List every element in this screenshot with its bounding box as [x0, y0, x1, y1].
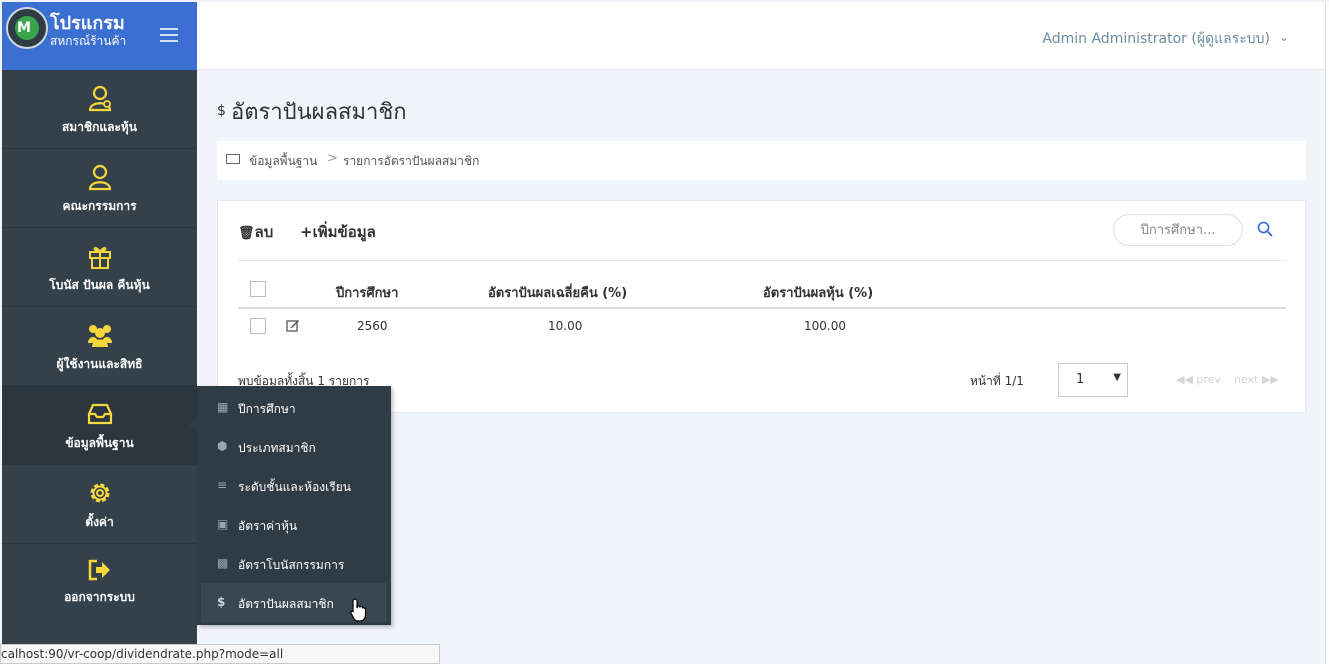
gift-icon — [88, 246, 111, 269]
cell-year: 2560 — [357, 319, 388, 333]
sidebar-item-logout[interactable]: ออกจากระบบ — [2, 544, 197, 623]
calendar-icon: ▦ — [217, 400, 229, 414]
submenu-item-share-rate[interactable]: ▣ อัตราค่าหุ้น — [197, 505, 391, 544]
envelope-icon — [226, 154, 240, 164]
breadcrumb-separator: > — [327, 151, 338, 166]
plus-icon: + — [300, 223, 313, 241]
submenu-item-class-levels[interactable]: ≡ ระดับชั้นและห้องเรียน — [197, 466, 391, 505]
sidebar-item-label: ออกจากระบบ — [64, 590, 135, 604]
cell-share: 100.00 — [804, 319, 846, 333]
logo[interactable]: M — [6, 7, 48, 49]
breadcrumb-current: รายการอัตราปันผลสมาชิก — [343, 154, 480, 168]
user-menu[interactable]: Admin Administrator (ผู้ดูแลระบบ) — [1042, 28, 1270, 50]
users-icon — [87, 325, 112, 347]
trash-icon: 🗑 — [238, 226, 255, 241]
gear-icon — [90, 483, 109, 503]
dollar-icon: $ — [217, 103, 226, 119]
inbox-icon — [87, 403, 112, 425]
window-edge — [1325, 2, 1329, 664]
sidebar-item-basic-data[interactable]: ข้อมูลพื้นฐาน — [2, 386, 197, 465]
money-icon: ▣ — [217, 517, 229, 531]
sidebar: สมาชิกและหุ้น คณะกรรมการ โบนัส ปันผล คืน… — [2, 70, 197, 664]
submenu-item-label: อัตราปันผลสมาชิก — [238, 597, 334, 611]
status-bar-url: calhost:90/vr-coop/dividendrate.php?mode… — [0, 644, 440, 664]
next-button[interactable]: next ▶▶ — [1234, 373, 1279, 386]
add-label: เพิ่มข้อมูล — [312, 223, 376, 241]
search-icon[interactable] — [1257, 221, 1273, 237]
page-title: อัตราปันผลสมาชิก — [231, 100, 407, 125]
edit-icon[interactable] — [286, 318, 300, 332]
submenu-item-committee-bonus[interactable]: ▩ อัตราโบนัสกรรมการ — [197, 544, 391, 583]
delete-label: ลบ — [254, 223, 274, 241]
breadcrumb-home[interactable]: ข้อมูลพื้นฐาน — [249, 152, 317, 171]
submenu-item-member-type[interactable]: ⬢ ประเภทสมาชิก — [197, 427, 391, 466]
column-header-year[interactable]: ปีการศึกษา — [336, 282, 398, 303]
submenu-item-label: อัตราค่าหุ้น — [238, 519, 298, 533]
column-header-share[interactable]: อัตราปันผลหุ้น (%) — [763, 282, 873, 303]
submenu-item-label: ประเภทสมาชิก — [238, 441, 316, 455]
cube-icon: ⬢ — [217, 439, 228, 453]
brand-bar: M โปรแกรม สหกรณ์ร้านค้า — [2, 2, 197, 70]
row-checkbox[interactable] — [250, 318, 266, 334]
prev-button[interactable]: ◀◀ prev — [1176, 373, 1221, 386]
submenu-item-label: ปีการศึกษา — [238, 402, 296, 416]
table-header-divider — [238, 307, 1286, 309]
sidebar-item-bonus[interactable]: โบนัส ปันผล คืนหุ้น — [2, 228, 197, 307]
sidebar-item-committee[interactable]: คณะกรรมการ — [2, 149, 197, 228]
divider — [238, 260, 1286, 261]
page-info: หน้าที่ 1/1 — [970, 374, 1024, 388]
logout-icon — [88, 559, 110, 581]
layers-icon: ≡ — [217, 478, 228, 492]
sidebar-item-label: สมาชิกและหุ้น — [61, 120, 138, 134]
sidebar-item-label: คณะกรรมการ — [62, 199, 137, 213]
gift-icon: ▩ — [217, 556, 229, 570]
select-all-checkbox[interactable] — [250, 281, 266, 297]
breadcrumb: ข้อมูลพื้นฐาน > รายการอัตราปันผลสมาชิก — [217, 141, 1306, 180]
top-bar: Admin Administrator (ผู้ดูแลระบบ) ⌄ — [197, 2, 1325, 70]
member-icon — [88, 85, 111, 112]
search-input[interactable] — [1113, 214, 1243, 246]
cell-avg-return: 10.00 — [548, 319, 583, 333]
dollar-icon: $ — [217, 595, 226, 609]
column-header-avg-return[interactable]: อัตราปันผลเฉลี่ยคืน (%) — [488, 282, 627, 303]
sidebar-item-users[interactable]: ผู้ใช้งานและสิทธิ — [2, 307, 197, 386]
page-select[interactable]: 1 ▼ — [1058, 363, 1128, 397]
sidebar-item-settings[interactable]: ตั้งค่า — [2, 465, 197, 544]
data-card: 🗑ลบ +เพิ่มข้อมูล ปีการศึกษา อัตราปันผลเฉ… — [217, 200, 1306, 413]
add-button[interactable]: +เพิ่มข้อมูล — [300, 220, 376, 244]
submenu-item-label: ระดับชั้นและห้องเรียน — [238, 480, 351, 494]
user-icon — [88, 164, 111, 191]
chevron-down-icon[interactable]: ⌄ — [1279, 30, 1289, 44]
hamburger-menu-icon[interactable] — [160, 28, 178, 42]
hand-cursor-icon — [350, 598, 367, 622]
dropdown-arrow-icon: ▼ — [1113, 372, 1121, 383]
sidebar-item-label: ข้อมูลพื้นฐาน — [65, 436, 134, 450]
submenu-item-label: อัตราโบนัสกรรมการ — [238, 558, 345, 572]
brand-subtitle: สหกรณ์ร้านค้า — [50, 34, 127, 48]
submenu-item-academic-year[interactable]: ▦ ปีการศึกษา — [197, 388, 391, 427]
sidebar-item-label: ผู้ใช้งานและสิทธิ — [56, 357, 143, 371]
basic-data-submenu: ▦ ปีการศึกษา ⬢ ประเภทสมาชิก ≡ ระดับชั้นแ… — [197, 386, 391, 625]
sidebar-item-label: โบนัส ปันผล คืนหุ้น — [49, 278, 150, 292]
page-select-value: 1 — [1076, 372, 1085, 387]
delete-button[interactable]: 🗑ลบ — [238, 220, 273, 244]
flyout-pointer — [189, 417, 197, 433]
sidebar-item-label: ตั้งค่า — [85, 515, 114, 529]
sidebar-item-members[interactable]: สมาชิกและหุ้น — [2, 70, 197, 149]
